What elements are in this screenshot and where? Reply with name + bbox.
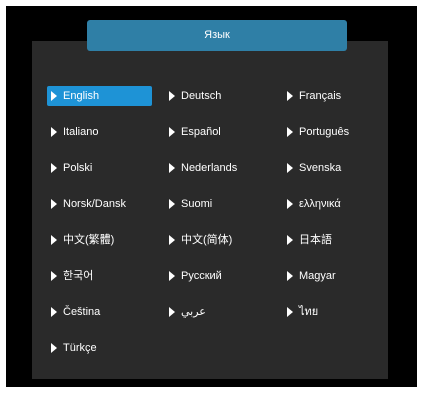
language-item-portugues[interactable]: Português (283, 122, 349, 142)
arrow-right-icon (169, 127, 175, 137)
language-item-japanese[interactable]: 日本語 (283, 230, 332, 250)
language-item-turkce[interactable]: Türkçe (47, 338, 97, 358)
language-label: 中文(繁體) (63, 234, 115, 246)
language-label: Русский (181, 270, 222, 282)
language-label: Italiano (63, 126, 99, 138)
arrow-right-icon (287, 271, 293, 281)
language-label: Magyar (299, 270, 336, 282)
language-label: Polski (63, 162, 93, 174)
arrow-right-icon (287, 91, 293, 101)
language-item-cestina[interactable]: Čeština (47, 302, 100, 322)
arrow-right-icon (51, 127, 57, 137)
language-label: عربي (181, 306, 206, 318)
arrow-right-icon (51, 235, 57, 245)
language-label: Nederlands (181, 162, 238, 174)
language-label: Türkçe (63, 342, 97, 354)
language-item-chinese-simplified[interactable]: 中文(简体) (165, 230, 232, 250)
language-label: 한국어 (63, 270, 94, 282)
language-item-norsk-dansk[interactable]: Norsk/Dansk (47, 194, 126, 214)
arrow-right-icon (287, 127, 293, 137)
arrow-right-icon (169, 235, 175, 245)
language-label: 中文(简体) (181, 234, 233, 246)
language-label: Čeština (63, 306, 101, 318)
language-item-italiano[interactable]: Italiano (47, 122, 98, 142)
language-item-korean[interactable]: 한국어 (47, 266, 93, 286)
language-item-polski[interactable]: Polski (47, 158, 92, 178)
language-label: ไทย (299, 306, 319, 318)
arrow-right-icon (169, 163, 175, 173)
language-item-thai[interactable]: ไทย (283, 302, 318, 322)
arrow-right-icon (169, 91, 175, 101)
arrow-right-icon (169, 199, 175, 209)
language-label: Español (181, 126, 221, 138)
language-item-chinese-traditional[interactable]: 中文(繁體) (47, 230, 114, 250)
arrow-right-icon (169, 271, 175, 281)
arrow-right-icon (287, 163, 293, 173)
language-item-greek[interactable]: ελληνικά (283, 194, 341, 214)
language-item-suomi[interactable]: Suomi (165, 194, 212, 214)
language-label: 日本語 (299, 234, 332, 246)
language-label: English (63, 90, 100, 102)
arrow-right-icon (51, 307, 57, 317)
language-item-deutsch[interactable]: Deutsch (165, 86, 221, 106)
arrow-right-icon (287, 307, 293, 317)
language-item-espanol[interactable]: Español (165, 122, 221, 142)
arrow-right-icon (51, 199, 57, 209)
language-label: Deutsch (181, 90, 222, 102)
language-item-svenska[interactable]: Svenska (283, 158, 341, 178)
menu-title: Язык (87, 20, 347, 51)
language-item-magyar[interactable]: Magyar (283, 266, 336, 286)
language-label: Português (299, 126, 350, 138)
language-label: Norsk/Dansk (63, 198, 126, 210)
language-label: Français (299, 90, 342, 102)
arrow-right-icon (51, 271, 57, 281)
language-item-arabic[interactable]: عربي (165, 302, 206, 322)
arrow-right-icon (51, 343, 57, 353)
language-item-francais[interactable]: Français (283, 86, 341, 106)
arrow-right-icon (51, 163, 57, 173)
language-item-english[interactable]: English (47, 86, 152, 106)
language-label: ελληνικά (299, 198, 341, 210)
language-label: Svenska (299, 162, 342, 174)
language-item-nederlands[interactable]: Nederlands (165, 158, 237, 178)
arrow-right-icon (287, 235, 293, 245)
arrow-right-icon (51, 91, 57, 101)
language-item-russian[interactable]: Русский (165, 266, 222, 286)
language-label: Suomi (181, 198, 213, 210)
arrow-right-icon (287, 199, 293, 209)
arrow-right-icon (169, 307, 175, 317)
